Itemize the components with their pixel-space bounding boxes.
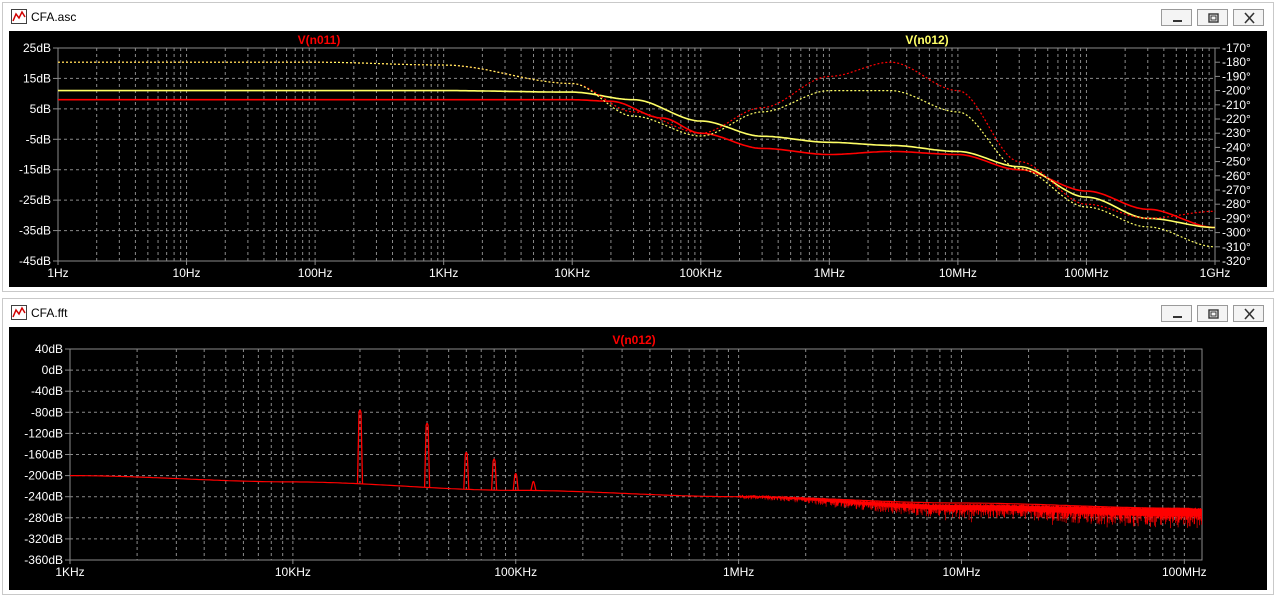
y-tick-label: -40dB [31,384,63,398]
y2-tick-label: -230° [1222,126,1251,140]
y-tick-label: -320dB [24,532,63,546]
maximize-button[interactable] [1197,305,1228,322]
y2-tick-label: -310° [1222,240,1251,254]
y-tick-label: -15dB [19,163,51,177]
y-tick-label: -200dB [24,469,63,483]
ac-analysis-window: CFA.asc 25dB 15dB 5dB -5dB -15dB -25dB -35dB -4… [2,2,1274,292]
waveform-icon [11,9,27,24]
x-tick-label: 10Hz [173,266,201,280]
fft-chart[interactable]: 40dB 0dB -40dB -80dB -120dB -160dB -200dB -240d… [9,327,1267,590]
window-titlebar[interactable]: CFA.fft [3,299,1273,326]
bode-chart[interactable]: 25dB 15dB 5dB -5dB -15dB -25dB -35dB -45dB -170°… [9,31,1267,287]
y2-tick-label: -250° [1222,155,1251,169]
restore-icon [1208,13,1219,23]
window-title: CFA.asc [31,10,77,24]
minimize-icon [1173,20,1182,22]
y2-tick-label: -240° [1222,140,1251,154]
y-tick-label: 25dB [23,41,51,55]
maximize-button[interactable] [1197,9,1228,26]
y2-tick-label: -260° [1222,169,1251,183]
x-tick-label: 100KHz [494,565,537,579]
legend-v-n012: V(n012) [905,33,948,47]
y-tick-label: -240dB [24,490,63,504]
close-button[interactable] [1233,9,1264,26]
x-tick-label: 100Hz [298,266,333,280]
close-icon [1244,308,1255,320]
x-tick-label: 100KHz [679,266,722,280]
window-title: CFA.fft [31,306,68,320]
window-titlebar[interactable]: CFA.asc [3,3,1273,30]
close-button[interactable] [1233,305,1264,322]
y-tick-label: -5dB [26,132,51,146]
x-tick-label: 1KHz [55,565,84,579]
y-tick-label: -25dB [19,193,51,207]
x-tick-label: 10KHz [275,565,311,579]
x-tick-label: 100MHz [1064,266,1109,280]
x-tick-label: 10KHz [554,266,590,280]
grid [58,47,1215,262]
y2-tick-label: -200° [1222,84,1251,98]
x-tick-label: 100MHz [1162,565,1207,579]
y-tick-label: 0dB [42,363,63,377]
x-tick-label: 1GHz [1200,266,1231,280]
x-tick-label: 10MHz [942,565,980,579]
x-tick-label: 10MHz [939,266,977,280]
waveform-icon [11,305,27,320]
y2-tick-label: -270° [1222,183,1251,197]
vn012-magnitude-trace [58,89,1215,229]
x-tick-label: 1MHz [814,266,845,280]
fft-window: CFA.fft 40dB 0dB -40dB -80dB -120dB -160dB -20… [2,298,1274,595]
vn011-magnitude-trace [58,98,1216,229]
y2-tick-label: -180° [1222,55,1251,69]
y2-tick-label: -210° [1222,98,1251,112]
y2-tick-label: -220° [1222,112,1251,126]
y-tick-label: -35dB [19,224,51,238]
legend-v-n011: V(n011) [298,33,341,47]
harmonic-peak [530,480,537,491]
noise-floor-trace [70,475,1203,511]
minimize-icon [1173,316,1182,318]
y-tick-label: -45dB [19,254,51,268]
fft-plot-area[interactable]: 40dB 0dB -40dB -80dB -120dB -160dB -200dB -240d… [9,327,1267,590]
close-icon [1244,12,1255,24]
minimize-button[interactable] [1161,9,1192,26]
grid [70,348,1202,561]
y-tick-label: -280dB [24,511,63,525]
y-tick-label: 5dB [30,102,51,116]
y-tick-label: -120dB [24,426,63,440]
y2-tick-label: -280° [1222,197,1251,211]
vn011-phase-trace [58,61,1215,220]
minimize-button[interactable] [1161,305,1192,322]
bode-plot-area[interactable]: 25dB 15dB 5dB -5dB -15dB -25dB -35dB -45dB -170°… [9,31,1267,287]
plot-frame [57,47,1216,262]
y-tick-label: 40dB [35,342,63,356]
restore-icon [1208,309,1219,319]
x-tick-label: 1MHz [723,565,754,579]
y2-tick-label: -300° [1222,226,1251,240]
y-tick-label: -80dB [31,405,63,419]
noise-band-trace [738,494,1202,529]
y-tick-label: -160dB [24,448,63,462]
legend-v-n012: V(n012) [612,333,655,347]
y-tick-label: 15dB [23,71,51,85]
y2-tick-label: -290° [1222,211,1251,225]
x-tick-label: 1Hz [47,266,68,280]
x-tick-label: 1KHz [429,266,458,280]
y2-tick-label: -190° [1222,69,1251,83]
y2-tick-label: -170° [1222,41,1251,55]
